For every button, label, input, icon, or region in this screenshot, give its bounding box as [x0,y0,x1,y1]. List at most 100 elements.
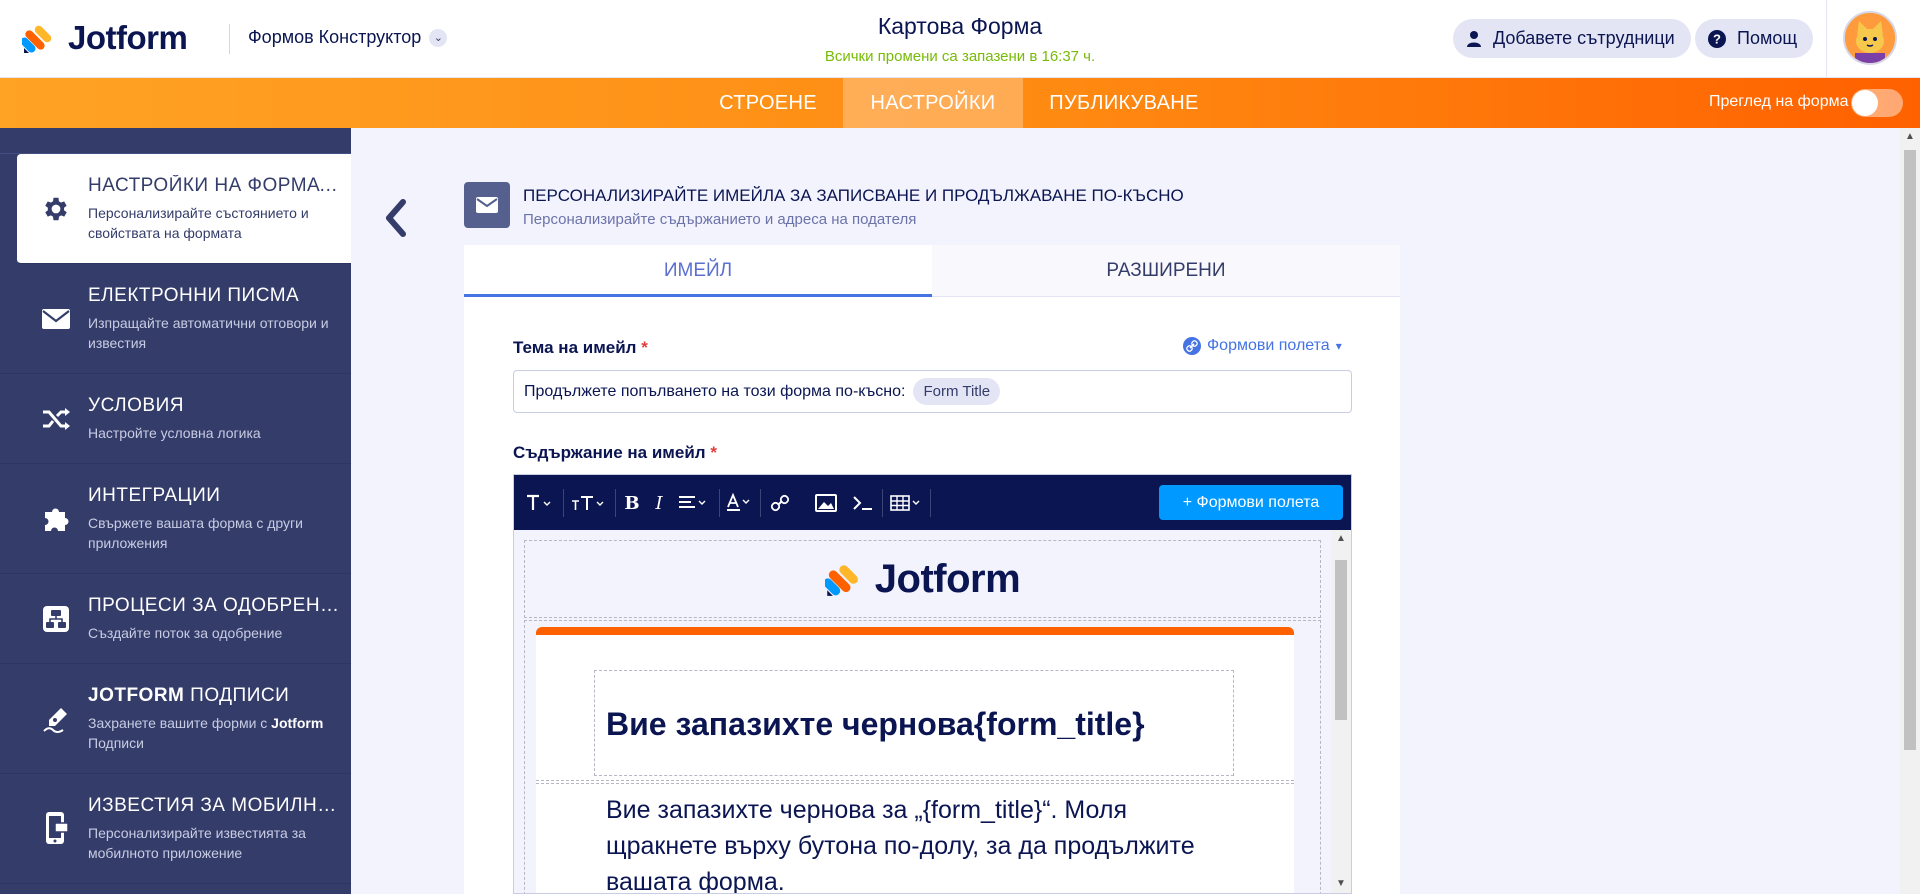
toolbar-divider [882,489,883,517]
logo-text: Jotform [68,19,188,56]
scroll-down-icon[interactable]: ▼ [1331,875,1351,893]
form-title-tag[interactable]: Form Title [913,378,1001,405]
toggle-knob [1852,90,1878,116]
sidebar-item-text: ИЗВЕСТИЯ ЗА МОБИЛНИ ... Персонализирайте… [88,795,341,863]
font-family-button[interactable] [524,489,556,517]
sidebar-item-mobile-notifications[interactable]: ИЗВЕСТИЯ ЗА МОБИЛНИ ... Персонализирайте… [0,774,351,884]
jotform-logo-icon [824,565,858,596]
required-mark: * [710,443,717,462]
top-bar: Jotform Формов Конструктор ⌄ Картова Фор… [0,0,1920,78]
insert-code-button[interactable] [850,489,876,517]
sidebar-item-text: ПРОЦЕСИ ЗА ОДОБРЕНИЕ Създайте поток за о… [88,595,341,643]
sidebar-item-text: ЕЛЕКТРОННИ ПИСМА Изпращайте автоматични … [88,285,341,353]
chevron-down-icon: ⌄ [429,28,448,47]
table-icon [890,495,920,511]
add-collaborators-button[interactable]: Добавете сътрудници [1453,19,1691,58]
sidebar-item-title: ПРОЦЕСИ ЗА ОДОБРЕНИЕ [88,594,341,616]
align-button[interactable] [676,489,712,517]
scroll-thumb[interactable] [1335,560,1347,720]
preview-toggle[interactable] [1851,89,1903,117]
form-title[interactable]: Картова Форма [760,13,1160,40]
sidebar-item-form-settings[interactable]: НАСТРОЙКИ НА ФОРМАТА Персонализирайте съ… [17,154,351,264]
sidebar-item-text: ИНТЕГРАЦИИ Свържете вашата форма с други… [88,485,341,553]
insert-image-button[interactable] [813,489,839,517]
tab-build[interactable]: СТРОЕНЕ [717,78,819,128]
email-logo-block[interactable]: Jotform [524,540,1321,618]
sidebar-item-title: УСЛОВИЯ [88,394,184,416]
cat-avatar-icon [1845,13,1895,63]
email-preview-canvas[interactable]: Jotform Вие запазихте чернова{form_title… [514,530,1331,893]
sidebar-item-approval-flows[interactable]: ПРОЦЕСИ ЗА ОДОБРЕНИЕ Създайте поток за о… [0,574,351,664]
link-icon [770,494,790,512]
sidebar-item-title: ИЗВЕСТИЯ ЗА МОБИЛНИ ... [88,794,341,816]
divider [1826,0,1827,78]
preview-label: Преглед на форма [1709,93,1849,110]
sidebar-top-strip [0,128,351,154]
sidebar-item-title: ЕЛЕКТРОННИ ПИСМА [88,284,300,306]
subject-text: Продължете попълването на този форма по-… [524,382,906,400]
text-size-icon [572,496,604,510]
user-icon [1467,30,1481,47]
font-size-button[interactable] [569,489,609,517]
sidebar-item-jotform-sign[interactable]: JOTFORM ПОДПИСИ Захранете вашите форми с… [0,664,351,774]
scroll-up-icon[interactable]: ▲ [1900,128,1920,146]
page-scroll-thumb[interactable] [1904,150,1916,750]
text-color-button[interactable] [725,489,755,517]
chevron-left-icon [386,199,406,237]
tab-advanced[interactable]: РАЗШИРЕНИ [932,245,1400,297]
help-icon: ? [1708,29,1726,48]
editor-scrollbar[interactable]: ▲ ▼ [1331,530,1351,893]
required-mark: * [641,338,648,357]
sidebar-item-integrations[interactable]: ИНТЕГРАЦИИ Свържете вашата форма с други… [0,464,351,574]
insert-form-fields-button[interactable]: + Формови полета [1159,485,1343,520]
sidebar-item-title: JOTFORM ПОДПИСИ [88,685,341,707]
italic-button[interactable]: I [648,489,670,517]
sidebar-item-text: УСЛОВИЯ Настройте условна логика [88,395,341,443]
sidebar-item-desc: Персонализирайте известията за мобилното… [88,824,306,861]
panel-header: ПЕРСОНАЛИЗИРАЙТЕ ИМЕЙЛА ЗА ЗАПИСВАНЕ И П… [464,182,1400,246]
sidebar-item-emails[interactable]: ЕЛЕКТРОННИ ПИСМА Изпращайте автоматични … [0,264,351,374]
sidebar-item-title: ИНТЕГРАЦИИ [88,484,221,506]
page-scrollbar[interactable]: ▲ [1900,128,1920,894]
sidebar-item-desc: Настройте условна логика [88,424,261,441]
form-builder-dropdown[interactable]: Формов Конструктор ⌄ [248,27,448,48]
form-fields-dropdown[interactable]: Формови полета ▾ [1183,337,1342,355]
tab-settings[interactable]: НАСТРОЙКИ [843,78,1023,128]
insert-link-button[interactable] [767,489,793,517]
sidebar-item-desc: Изпращайте автоматични отговори и извест… [88,314,329,351]
bold-button[interactable]: B [621,489,643,517]
subject-label-text: Тема на имейл [513,338,637,357]
scroll-up-icon[interactable]: ▲ [1331,530,1351,548]
collapse-panel-button[interactable] [379,196,411,240]
code-icon [853,496,872,510]
email-paragraph[interactable]: Вие запазихте чернова за „{form_title}“.… [606,792,1226,893]
subject-input[interactable]: Продължете попълването на този форма по-… [513,370,1352,413]
link-icon [1183,337,1201,355]
toolbar-divider [615,489,616,517]
sidebar-item-desc: Свържете вашата форма с други приложения [88,514,303,551]
jotform-logo[interactable]: Jotform [22,19,188,57]
tab-publish[interactable]: ПУБЛИКУВАНЕ [1044,78,1204,128]
text-color-icon [727,493,750,511]
main-nav: СТРОЕНЕ НАСТРОЙКИ ПУБЛИКУВАНЕ Преглед на… [0,78,1920,128]
builder-label: Формов Конструктор [248,27,422,47]
insert-table-button[interactable] [889,489,925,517]
tab-email[interactable]: ИМЕЙЛ [464,245,932,297]
help-label: Помощ [1737,28,1798,48]
align-left-icon [679,496,706,508]
envelope-icon [464,182,510,228]
help-button[interactable]: ? Помощ [1695,19,1814,58]
settings-sidebar: НАСТРОЙКИ НА ФОРМАТА Персонализирайте съ… [0,128,351,894]
avatar[interactable] [1843,11,1897,65]
panel-title: ПЕРСОНАЛИЗИРАЙТЕ ИМЕЙЛА ЗА ЗАПИСВАНЕ И П… [523,186,1184,205]
content-label-text: Съдържание на имейл [513,443,706,462]
envelope-icon [40,303,72,335]
sidebar-item-conditions[interactable]: УСЛОВИЯ Настройте условна логика [0,374,351,464]
flow-icon [40,603,72,635]
sign-title-brand: JOTFORM [88,684,185,706]
sidebar-item-desc: Захранете вашите форми с Jotform Подписи [88,713,341,753]
toolbar-divider [719,489,720,517]
form-title-block: Картова Форма Всички промени са запазени… [760,13,1160,65]
email-content-editor[interactable]: B I + Формови полета Jotform Вие запазих… [513,474,1352,894]
pen-icon [40,703,72,735]
